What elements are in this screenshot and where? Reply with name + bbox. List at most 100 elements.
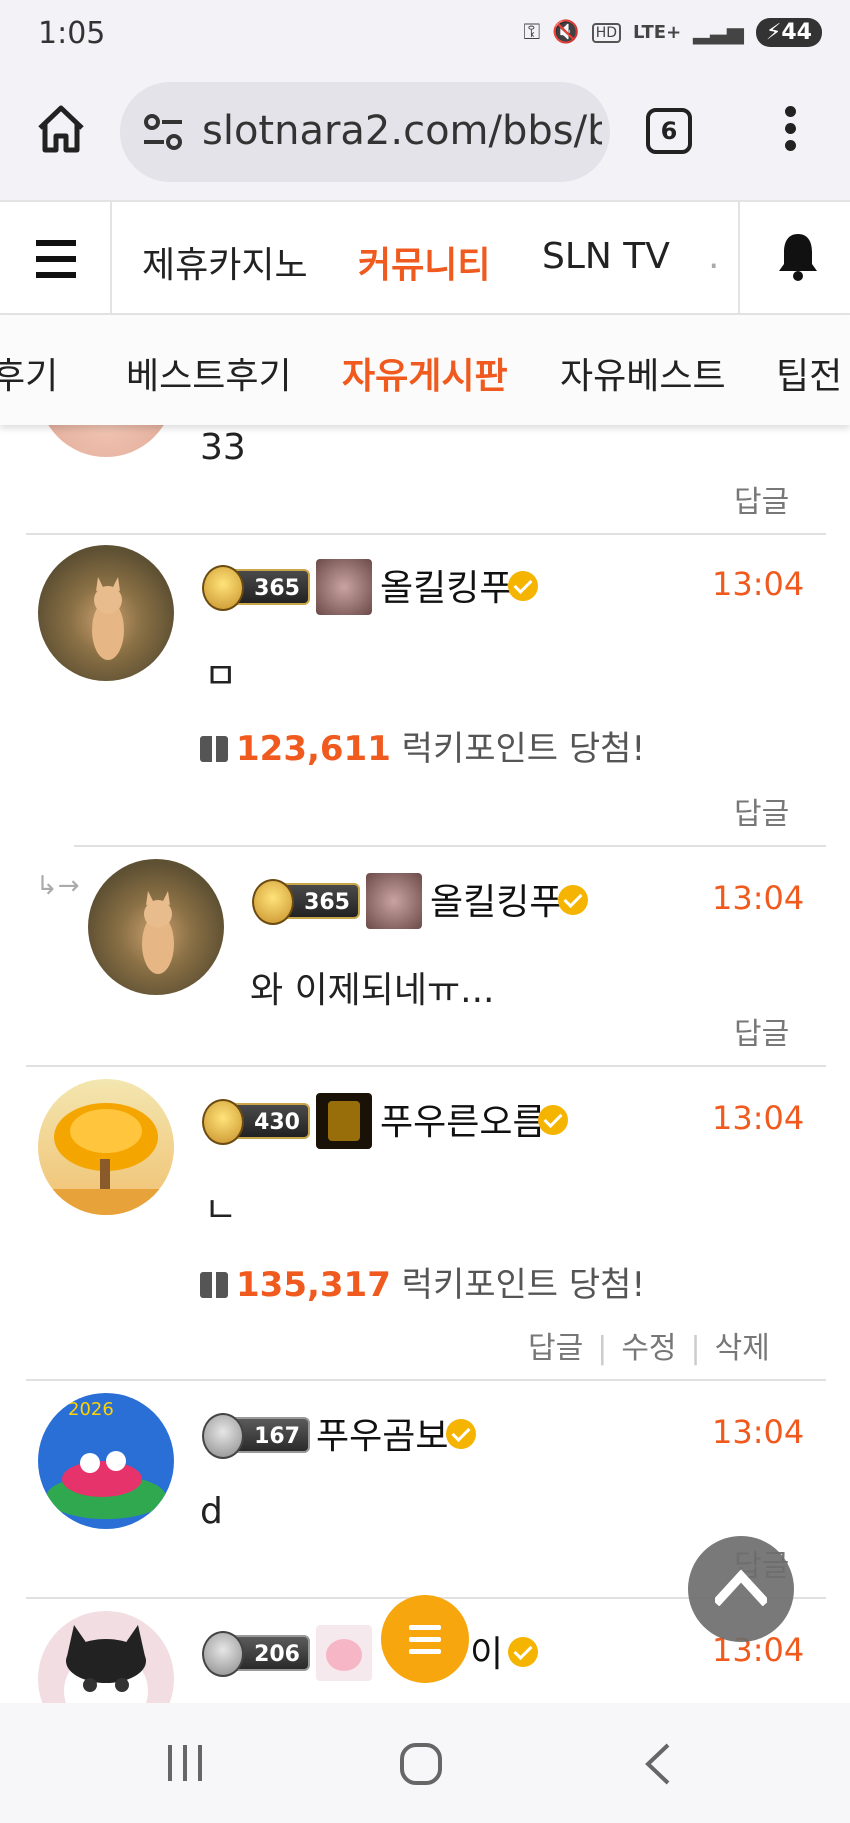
avatar[interactable] — [38, 425, 174, 457]
lucky-points: 123,611 — [236, 729, 391, 769]
avatar[interactable] — [38, 1611, 174, 1703]
kitten-avatar-image — [64, 1625, 148, 1703]
divider — [26, 1379, 826, 1381]
divider — [74, 845, 826, 847]
sub-nav-best-review[interactable]: 베스트후기 — [126, 347, 292, 399]
sub-nav-tip[interactable]: 팁전 — [776, 347, 842, 399]
site-main-nav: 제휴카지노 커뮤니티 SLN TV . — [0, 200, 850, 315]
battery-indicator: ⚡44 — [755, 18, 822, 47]
back-icon[interactable] — [640, 1741, 674, 1787]
chevron-up-icon — [715, 1569, 767, 1606]
verified-icon — [508, 1637, 538, 1667]
key-icon: ⚿ — [523, 20, 541, 45]
delete-button[interactable]: 삭제 — [715, 1331, 770, 1366]
gift-icon — [200, 736, 228, 762]
comment-time: 13:04 — [712, 879, 805, 917]
nickname[interactable]: 올킬킹푸 — [430, 873, 562, 925]
url-text: slotnara2.com/bbs/bc — [202, 108, 602, 154]
avatar[interactable] — [38, 545, 174, 681]
verified-icon — [446, 1419, 476, 1449]
cat-avatar-image — [142, 891, 174, 974]
reply-button[interactable]: 답글 — [734, 789, 789, 833]
level-emblem-icon — [252, 879, 294, 925]
user-icon-image — [316, 559, 372, 615]
battery-level: 44 — [781, 20, 812, 45]
nickname[interactable]: 이 — [470, 1625, 503, 1677]
reply-button[interactable]: 답글 — [528, 1331, 583, 1366]
browser-toolbar: slotnara2.com/bbs/bc 6 — [0, 70, 850, 200]
bell-icon — [779, 234, 817, 281]
page-info-icon[interactable] — [142, 112, 186, 152]
edit-button[interactable]: 수정 — [621, 1331, 676, 1366]
reply-button[interactable]: 답글 — [734, 1009, 789, 1053]
lucky-point-line: 135,317 럭키포인트 당첨! — [200, 1257, 645, 1306]
nav-item-more[interactable]: . — [708, 236, 719, 277]
level-emblem-icon — [202, 565, 244, 611]
sub-nav-free-board[interactable]: 자유게시판 — [342, 347, 508, 399]
gift-icon — [200, 1272, 228, 1298]
level-number: 167 — [254, 1424, 300, 1449]
avatar[interactable]: 2026 — [38, 1393, 174, 1529]
nav-item-sln-tv[interactable]: SLN TV — [542, 236, 670, 277]
cat-avatar-image — [92, 577, 124, 660]
status-icons: ⚿ 🔇 HD LTE+ ▂▃▅ ⚡44 — [524, 18, 822, 47]
level-number: 365 — [254, 576, 300, 601]
level-badge: 430 — [202, 1099, 310, 1145]
avatar[interactable] — [38, 1079, 174, 1215]
tree-avatar-image — [38, 1103, 174, 1215]
lucky-label: 럭키포인트 당첨! — [401, 1265, 646, 1305]
scroll-top-button[interactable] — [688, 1536, 794, 1642]
nav-item-community[interactable]: 커뮤니티 — [358, 236, 490, 288]
comment-time: 13:04 — [712, 565, 805, 603]
home-circle-icon[interactable] — [398, 1741, 444, 1787]
hamburger-icon[interactable] — [0, 202, 112, 315]
sub-nav-review[interactable]: 후기 — [0, 347, 58, 399]
level-badge: 365 — [252, 879, 360, 925]
lucky-points: 135,317 — [236, 1265, 391, 1305]
nickname[interactable]: 올킬킹푸 — [380, 559, 512, 611]
separator: | — [690, 1331, 701, 1366]
level-badge: 365 — [202, 565, 310, 611]
user-icon-image — [366, 873, 422, 929]
network-label: LTE+ — [633, 22, 682, 43]
comment-text: d — [200, 1491, 223, 1532]
user-icon-image — [316, 1093, 372, 1149]
divider — [26, 1065, 826, 1067]
user-icon-image — [316, 1625, 372, 1681]
hd-icon: HD — [591, 22, 621, 43]
mute-icon: 🔇 — [552, 20, 580, 45]
level-emblem-icon — [202, 1413, 244, 1459]
signal-icon: ▂▃▅ — [693, 20, 744, 45]
board-sub-nav: 후기 베스트후기 자유게시판 자유베스트 팁전 — [0, 315, 850, 425]
nickname[interactable]: 푸우곰보 — [316, 1407, 448, 1459]
lucky-point-line: 123,611 럭키포인트 당첨! — [200, 721, 645, 770]
system-nav-bar — [0, 1703, 850, 1823]
verified-icon — [508, 571, 538, 601]
home-icon[interactable] — [34, 102, 88, 156]
reply-arrow-icon: ↳→ — [36, 871, 80, 901]
verified-icon — [538, 1105, 568, 1135]
floating-menu-button[interactable] — [381, 1595, 469, 1683]
more-vert-icon[interactable] — [770, 100, 810, 164]
reply-button[interactable]: 답글 — [734, 477, 789, 521]
address-bar[interactable]: slotnara2.com/bbs/bc — [120, 82, 610, 182]
recents-icon[interactable] — [164, 1741, 206, 1785]
avatar[interactable] — [88, 859, 224, 995]
comment-feed[interactable]: 33 답글 365 올킬킹푸 13:04 ㅁ 123,611 럭키포인트 당첨!… — [0, 425, 850, 1703]
verified-icon — [558, 885, 588, 915]
comment-actions: 답글 | 수정 | 삭제 — [528, 1323, 770, 1367]
status-bar: 1:05 ⚿ 🔇 HD LTE+ ▂▃▅ ⚡44 — [0, 0, 850, 70]
divider — [26, 533, 826, 535]
nickname[interactable]: 푸우른오름 — [380, 1093, 546, 1145]
sub-nav-free-best[interactable]: 자유베스트 — [560, 347, 726, 399]
comment-time: 13:04 — [712, 1099, 805, 1137]
comment-text: 와 이제되네ㅠ... — [250, 970, 495, 1011]
level-emblem-icon — [202, 1631, 244, 1677]
notification-button[interactable] — [738, 202, 850, 315]
level-number: 365 — [304, 890, 350, 915]
nav-item-partner-casino[interactable]: 제휴카지노 — [142, 236, 308, 288]
svg-text:2026: 2026 — [68, 1399, 114, 1420]
tabs-button[interactable]: 6 — [646, 108, 692, 154]
status-time: 1:05 — [38, 16, 106, 51]
comment-time: 13:04 — [712, 1413, 805, 1451]
